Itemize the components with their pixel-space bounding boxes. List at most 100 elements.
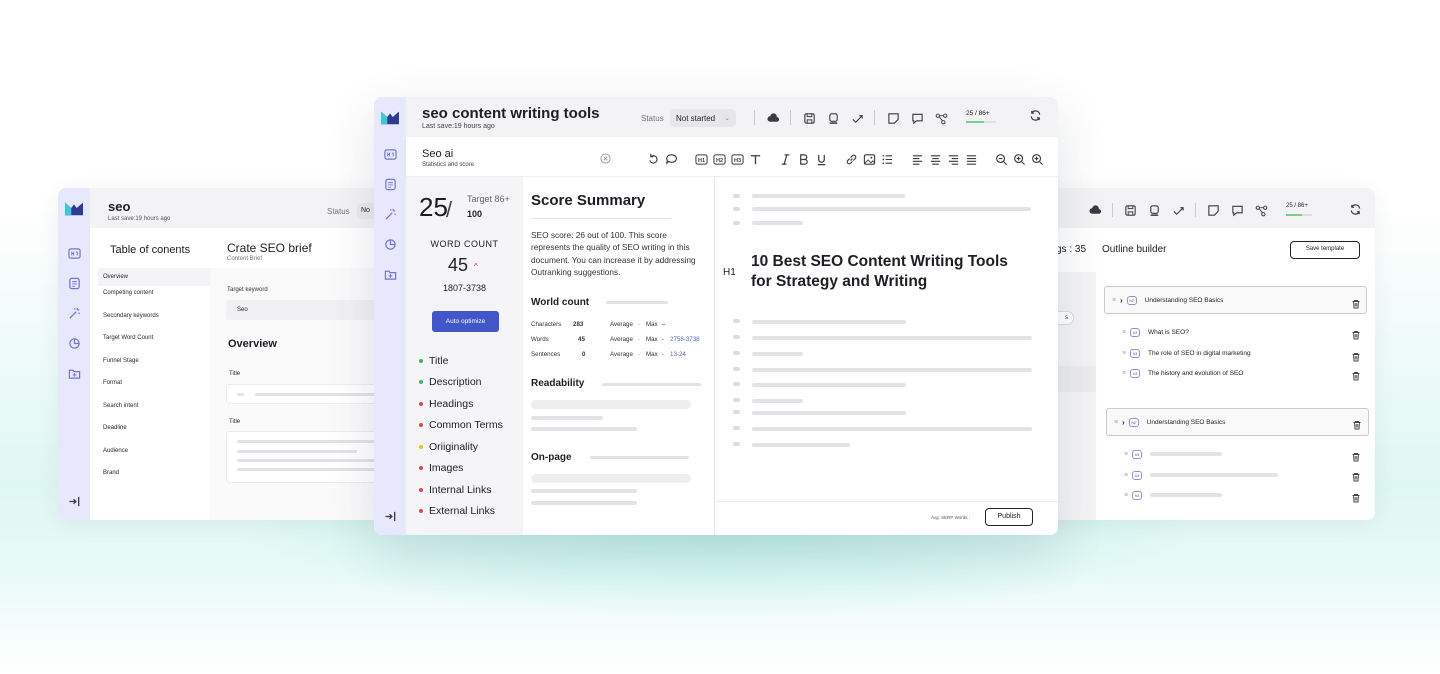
article-h1-title[interactable]: 10 Best SEO Content Writing Tools for St… — [751, 252, 1031, 291]
network-icon[interactable] — [934, 111, 948, 125]
drag-handle-icon[interactable]: ≡ — [1122, 350, 1130, 357]
outline-h3-row[interactable]: ≡ h3 — [1124, 468, 1278, 482]
toc-item[interactable]: Overview — [98, 268, 210, 286]
checklist-item[interactable]: Oriiginality — [419, 436, 503, 458]
close-icon[interactable] — [600, 153, 611, 164]
drag-handle-icon[interactable]: ≡ — [1122, 370, 1130, 377]
share-hand-icon[interactable] — [1171, 203, 1185, 217]
refresh-icon[interactable] — [1028, 108, 1042, 122]
italic-icon[interactable] — [778, 152, 792, 166]
comment-icon[interactable] — [910, 111, 924, 125]
text-icon[interactable] — [748, 152, 762, 166]
chevron-right-icon[interactable]: › — [1120, 296, 1123, 305]
drag-handle-icon[interactable]: ≡ — [1124, 472, 1132, 479]
sticky-note-icon[interactable] — [1206, 203, 1220, 217]
toc-item[interactable]: Audience — [98, 444, 210, 467]
drag-handle-icon[interactable]: ≡ — [1112, 297, 1120, 304]
logout-icon[interactable] — [67, 494, 81, 508]
heading-2-icon[interactable]: H2 — [712, 152, 726, 166]
trash-icon[interactable] — [1352, 417, 1362, 430]
outline-h2-row[interactable]: ≡ › h2 Understanding SEO Basics — [1112, 293, 1223, 307]
drag-handle-icon[interactable]: ≡ — [1124, 492, 1132, 499]
zoom-fit-icon[interactable] — [1030, 152, 1044, 166]
document-icon[interactable] — [67, 276, 81, 290]
outline-h3-row[interactable]: ≡ h3 The history and evolution of SEO — [1122, 366, 1243, 380]
outline-h3-row[interactable]: ≡ h3 — [1124, 488, 1222, 502]
title-input[interactable] — [226, 384, 388, 404]
outline-h3-row[interactable]: ≡ h3 What is SEO? — [1122, 325, 1189, 339]
chart-pie-icon[interactable] — [383, 237, 397, 251]
outline-h2-row[interactable]: ≡ › h2 Understanding SEO Basics — [1114, 415, 1225, 429]
comment-icon[interactable] — [1230, 203, 1244, 217]
drag-handle-icon[interactable]: ≡ — [1124, 451, 1132, 458]
underline-icon[interactable] — [814, 152, 828, 166]
chevron-right-icon[interactable]: › — [1122, 418, 1125, 427]
align-center-icon[interactable] — [928, 152, 942, 166]
toc-item[interactable]: Funnel Stage — [98, 354, 210, 377]
checklist-item[interactable]: Title — [419, 350, 503, 372]
drag-handle-icon[interactable]: ≡ — [1122, 329, 1130, 336]
toc-item[interactable]: Deadline — [98, 421, 210, 444]
outline-h3-row[interactable]: ≡ h3 The role of SEO in digital marketin… — [1122, 346, 1251, 360]
save-icon[interactable] — [1123, 203, 1137, 217]
outline-h3-row[interactable]: ≡ h3 — [1124, 447, 1222, 461]
headings-icon[interactable] — [383, 147, 397, 161]
sticky-note-icon[interactable] — [886, 111, 900, 125]
checklist-item[interactable]: Internal Links — [419, 479, 503, 501]
share-hand-icon[interactable] — [850, 111, 864, 125]
bold-icon[interactable] — [796, 152, 810, 166]
align-justify-icon[interactable] — [964, 152, 978, 166]
toc-item[interactable]: Competing content — [98, 286, 210, 309]
auto-optimize-button[interactable]: Auto optimize — [432, 311, 499, 332]
trash-icon[interactable] — [1351, 349, 1361, 362]
magic-wand-icon[interactable] — [67, 306, 81, 320]
folder-icon[interactable] — [67, 366, 81, 380]
title-textarea[interactable] — [226, 431, 388, 483]
drag-handle-icon[interactable]: ≡ — [1114, 419, 1122, 426]
document-icon[interactable] — [383, 177, 397, 191]
toc-item[interactable]: Secondary keywords — [98, 309, 210, 332]
checklist-item[interactable]: Description — [419, 372, 503, 394]
link-icon[interactable] — [844, 152, 858, 166]
status-dropdown[interactable]: Not started ⌄ — [670, 109, 736, 127]
text-editor[interactable] — [716, 177, 1058, 535]
robot-icon[interactable] — [826, 111, 840, 125]
target-keyword-input[interactable]: Seo — [226, 300, 388, 320]
trash-icon[interactable] — [1351, 368, 1361, 381]
checklist-item[interactable]: Images — [419, 458, 503, 480]
toc-item[interactable]: Target Word Count — [98, 331, 210, 354]
trash-icon[interactable] — [1351, 296, 1361, 309]
robot-icon[interactable] — [1147, 203, 1161, 217]
trash-icon[interactable] — [1351, 490, 1361, 503]
trash-icon[interactable] — [1351, 327, 1361, 340]
magic-wand-icon[interactable] — [383, 207, 397, 221]
toc-item[interactable]: Format — [98, 376, 210, 399]
zoom-out-icon[interactable] — [994, 152, 1008, 166]
heading-3-icon[interactable]: H3 — [730, 152, 744, 166]
folder-icon[interactable] — [383, 267, 397, 281]
refresh-icon[interactable] — [1348, 202, 1362, 216]
logout-icon[interactable] — [383, 509, 397, 523]
toc-item[interactable]: Search intent — [98, 399, 210, 422]
publish-button[interactable]: Publish — [985, 508, 1033, 526]
checklist-item[interactable]: Headings — [419, 393, 503, 415]
save-icon[interactable] — [802, 111, 816, 125]
cloud-upload-icon[interactable] — [1088, 203, 1102, 217]
list-icon[interactable] — [880, 152, 894, 166]
headings-icon[interactable] — [67, 246, 81, 260]
network-icon[interactable] — [1254, 203, 1268, 217]
heading-1-icon[interactable]: H1 — [694, 152, 708, 166]
trash-icon[interactable] — [1351, 449, 1361, 462]
trash-icon[interactable] — [1351, 469, 1361, 482]
chat-icon[interactable] — [664, 152, 678, 166]
undo-icon[interactable] — [646, 152, 660, 166]
chart-pie-icon[interactable] — [67, 336, 81, 350]
align-right-icon[interactable] — [946, 152, 960, 166]
zoom-in-icon[interactable] — [1012, 152, 1026, 166]
save-template-button[interactable]: Save template — [1290, 241, 1360, 259]
cloud-upload-icon[interactable] — [766, 111, 780, 125]
toc-item[interactable]: Brand — [98, 466, 210, 489]
image-icon[interactable] — [862, 152, 876, 166]
align-left-icon[interactable] — [910, 152, 924, 166]
checklist-item[interactable]: External Links — [419, 501, 503, 523]
